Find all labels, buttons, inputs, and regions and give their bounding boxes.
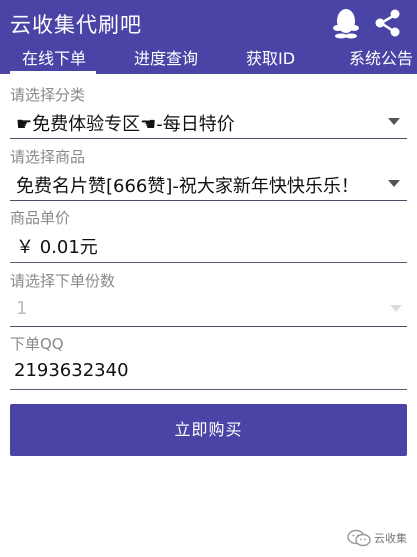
product-select[interactable]: 免费名片赞[666赞]-祝大家新年快快乐乐！ — [16, 172, 359, 198]
category-underline — [10, 138, 407, 139]
tab-get-id[interactable]: 获取ID — [246, 45, 295, 69]
tab-system-notice[interactable]: 系统公告 — [349, 45, 413, 69]
unit-price-label: 商品单价 — [10, 209, 71, 227]
watermark-text: 云收集 — [374, 532, 407, 545]
qq-penguin-icon[interactable] — [331, 7, 361, 39]
category-label: 请选择分类 — [10, 86, 86, 104]
category-dropdown-arrow-icon[interactable] — [388, 118, 400, 125]
active-tab-indicator — [10, 71, 96, 74]
unit-price-value: ￥ 0.01元 — [16, 237, 98, 258]
category-select[interactable]: ☛免费体验专区☚-每日特价 — [16, 110, 235, 136]
product-label: 请选择商品 — [10, 148, 86, 166]
product-underline — [10, 200, 407, 201]
quantity-dropdown-arrow-icon[interactable] — [390, 305, 402, 312]
tab-place-order[interactable]: 在线下单 — [22, 45, 86, 69]
share-icon[interactable] — [373, 7, 403, 39]
app-bar: 云收集代刷吧 在线下单 进度查询 获取ID 系统公告 — [0, 0, 417, 74]
tab-bar: 在线下单 进度查询 获取ID 系统公告 — [0, 40, 417, 74]
qq-underline — [10, 389, 407, 390]
quantity-select[interactable]: 1 — [16, 298, 27, 319]
qq-label: 下单QQ — [10, 335, 64, 353]
wechat-icon — [347, 529, 371, 547]
app-title: 云收集代刷吧 — [10, 13, 142, 37]
buy-now-button[interactable]: 立即购买 — [10, 404, 407, 456]
quantity-label: 请选择下单份数 — [10, 272, 116, 290]
product-dropdown-arrow-icon[interactable] — [388, 180, 400, 187]
qq-input[interactable]: 2193632340 — [14, 360, 129, 381]
unit-price-underline — [10, 262, 407, 263]
quantity-underline — [10, 326, 407, 327]
tab-progress-query[interactable]: 进度查询 — [134, 45, 198, 69]
